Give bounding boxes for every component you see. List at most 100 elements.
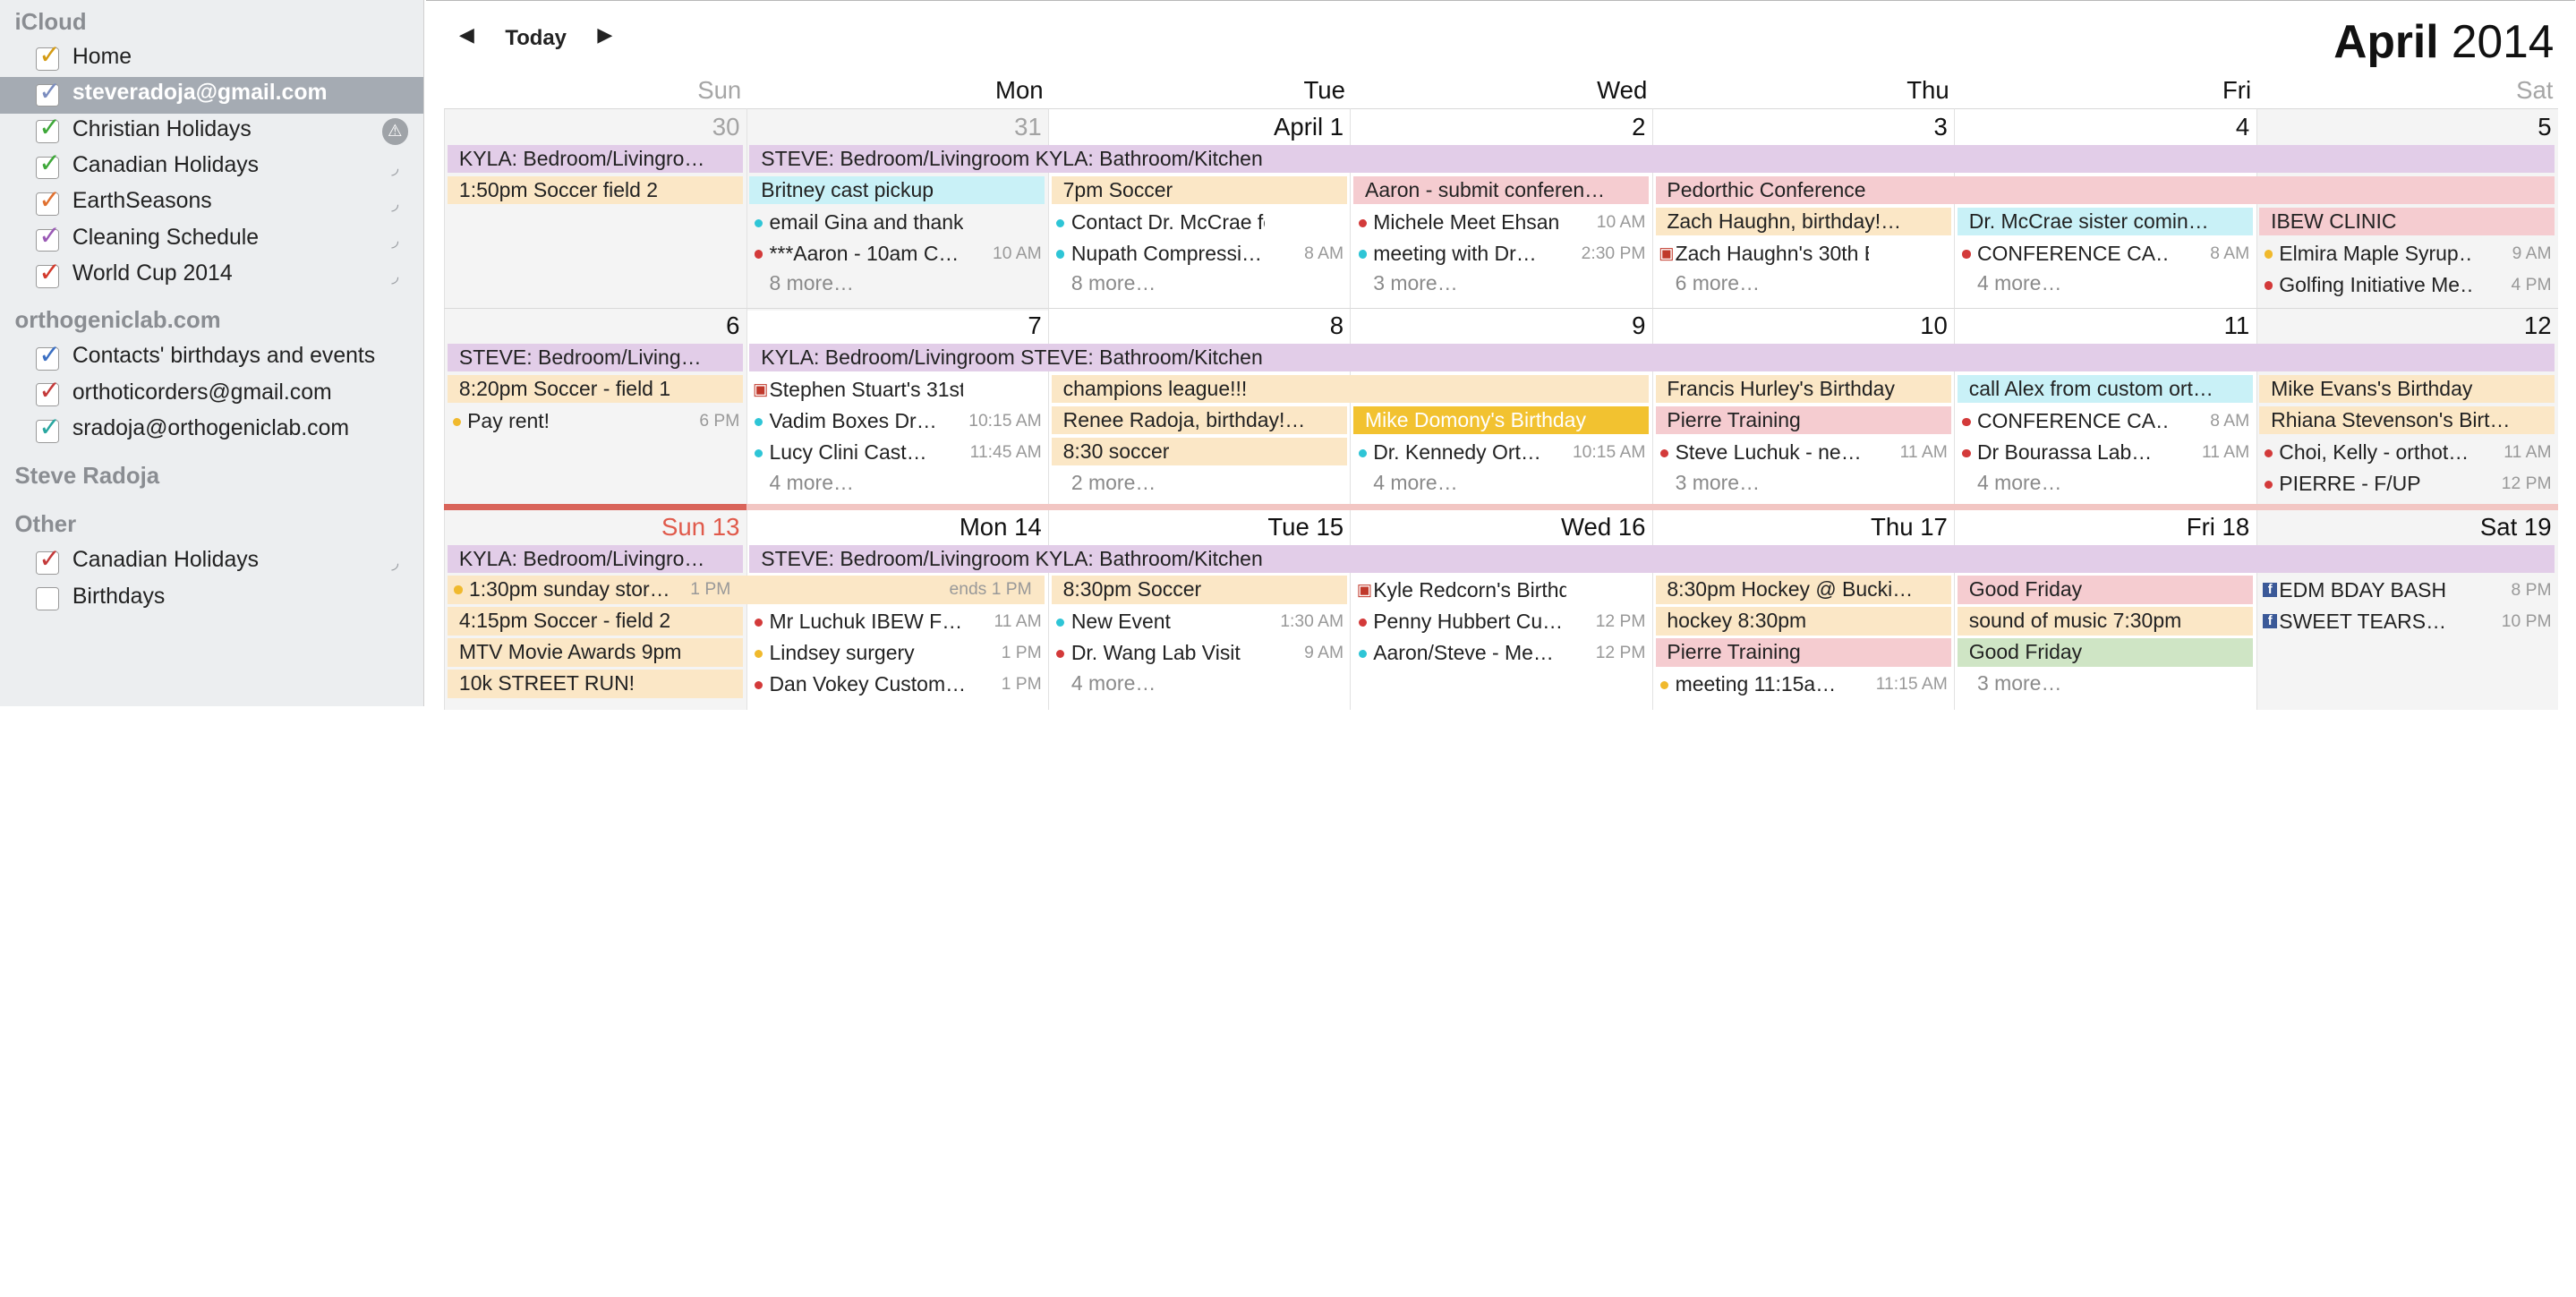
event-bar[interactable]: 10k STREET RUN! [448, 670, 744, 698]
timed-event[interactable]: Nupath Compressi… 8 AM [1052, 239, 1347, 269]
event-bar[interactable]: 1:50pm Soccer field 2 [448, 175, 744, 204]
event-bar[interactable]: Mike Domony's Birthday [1353, 406, 1650, 435]
timed-event[interactable]: Golfing Initiative Me… 4 PM [2259, 270, 2555, 300]
more-events-link[interactable]: 8 more… [769, 271, 853, 295]
event-bar[interactable]: champions league!!! [1051, 375, 1650, 404]
event-bar[interactable]: 8:30pm Hockey @ Bucki… [1655, 576, 1951, 604]
timed-event[interactable]: email Gina and thank her… [749, 208, 1045, 237]
event-bar[interactable]: Pedorthic Conference [1655, 175, 2555, 204]
calendar-checkbox[interactable]: ✓ [36, 184, 61, 216]
more-events-link[interactable]: 4 more… [1373, 471, 1457, 495]
event-bar[interactable]: hockey 8:30pm [1655, 607, 1951, 636]
timed-event[interactable]: Aaron/Steve - Me… 12 PM [1353, 638, 1649, 668]
timed-event[interactable]: Penny Hubbert Cu… 12 PM [1353, 607, 1649, 636]
more-events-link[interactable]: 3 more… [1676, 471, 1760, 495]
calendar-list-item[interactable]: ✓ Canadian Holidays ◞ [0, 149, 423, 185]
timed-event[interactable]: CONFERENCE CA… 8 AM [1958, 239, 2253, 269]
event-bar[interactable]: Francis Hurley's Birthday [1655, 375, 1951, 404]
calendar-checkbox[interactable]: ✓ [36, 339, 61, 371]
event-bar[interactable]: STEVE: Bedroom/Living… [448, 344, 744, 372]
timed-event[interactable]: Dr Bourassa Lab… 11 AM [1958, 438, 2253, 467]
next-month-button[interactable]: ▶ [597, 24, 612, 47]
event-bar[interactable]: 4:15pm Soccer - field 2 [448, 607, 744, 636]
event-bar[interactable]: 8:30 soccer [1051, 438, 1347, 466]
event-bar[interactable]: Pierre Training [1655, 406, 1951, 435]
event-bar[interactable]: Dr. McCrae sister comin… [1957, 207, 2253, 235]
calendar-checkbox[interactable]: ✓ [36, 112, 61, 143]
feed-icon[interactable]: ◞ [382, 263, 408, 289]
calendar-list-item[interactable]: Birthdays [0, 581, 423, 617]
timed-event[interactable]: New Event 1:30 AM [1052, 607, 1347, 636]
event-bar[interactable]: MTV Movie Awards 9pm [448, 638, 744, 667]
calendar-list-item[interactable]: ✓ Christian Holidays ⚠ [0, 112, 423, 149]
event-bar[interactable]: sound of music 7:30pm [1957, 607, 2253, 636]
event-bar[interactable]: 1:30pm sunday stor… 1 PM ends 1 PM [448, 576, 1045, 604]
event-bar[interactable]: STEVE: Bedroom/Livingroom KYLA: Bathroom… [749, 544, 2555, 573]
day-cell[interactable]: 30 [444, 108, 746, 311]
calendar-checkbox[interactable]: ✓ [36, 412, 61, 443]
calendar-list-item[interactable]: ✓ sradoja@orthogeniclab.com [0, 412, 423, 448]
timed-event[interactable]: Elmira Maple Syrup… 9 AM [2259, 239, 2555, 269]
timed-event[interactable]: Contact Dr. McCrae for… [1052, 208, 1347, 237]
more-events-link[interactable]: 8 more… [1071, 271, 1156, 295]
timed-event[interactable]: Vadim Boxes Dr… 10:15 AM [749, 406, 1045, 436]
feed-icon[interactable]: ◞ [382, 191, 408, 217]
more-events-link[interactable]: 2 more… [1071, 471, 1156, 495]
calendar-checkbox[interactable]: ✓ [36, 221, 61, 252]
calendar-list-item[interactable]: ✓ Contacts' birthdays and events [0, 339, 423, 377]
event-bar[interactable]: Good Friday [1957, 576, 2253, 604]
timed-event[interactable]: Dr. Wang Lab Visit 9 AM [1052, 638, 1347, 668]
feed-icon[interactable]: ◞ [382, 155, 408, 181]
calendar-checkbox[interactable]: ✓ [36, 257, 61, 288]
event-bar[interactable]: Britney cast pickup [749, 175, 1045, 204]
more-events-link[interactable]: 4 more… [1977, 471, 2061, 495]
event-bar[interactable]: Aaron - submit conferen… [1353, 175, 1650, 204]
calendar-checkbox[interactable]: ✓ [36, 543, 61, 575]
timed-event[interactable]: Dr. Kennedy Ort… 10:15 AM [1353, 438, 1649, 467]
calendar-checkbox[interactable] [36, 587, 60, 611]
event-bar[interactable]: Rhiana Stevenson's Birt… [2259, 406, 2555, 435]
feed-icon[interactable]: ◞ [382, 550, 408, 576]
calendar-list-item[interactable]: ✓ Canadian Holidays ◞ [0, 543, 423, 581]
timed-event[interactable]: CONFERENCE CA… 8 AM [1958, 406, 2253, 436]
calendar-checkbox[interactable]: ✓ [36, 376, 61, 407]
timed-event[interactable]: Michele Meet Ehsan 10 AM [1353, 208, 1649, 237]
calendar-checkbox[interactable]: ✓ [36, 76, 61, 107]
calendar-checkbox[interactable]: ✓ [36, 40, 61, 72]
calendar-checkbox[interactable]: ✓ [36, 149, 61, 180]
event-bar[interactable]: KYLA: Bedroom/Livingroom STEVE: Bathroom… [749, 344, 2555, 372]
previous-month-button[interactable]: ◀ [459, 24, 474, 47]
calendar-list-item[interactable]: ✓ World Cup 2014 ◞ [0, 257, 423, 294]
event-bar[interactable]: call Alex from custom ort… [1957, 375, 2253, 404]
timed-event[interactable]: meeting with Dr… 2:30 PM [1353, 239, 1649, 269]
more-events-link[interactable]: 4 more… [1071, 671, 1156, 695]
more-events-link[interactable]: 4 more… [769, 471, 853, 495]
more-events-link[interactable]: 3 more… [1373, 271, 1457, 295]
timed-event[interactable]: meeting 11:15a… 11:15 AM [1656, 670, 1951, 699]
calendar-list-item[interactable]: ✓ EarthSeasons ◞ [0, 184, 423, 222]
event-bar[interactable]: Mike Evans's Birthday [2259, 375, 2555, 404]
event-bar[interactable]: IBEW CLINIC [2259, 207, 2555, 235]
event-bar[interactable]: 8:20pm Soccer - field 1 [448, 375, 744, 404]
timed-event[interactable]: ***Aaron - 10am C… 10 AM [749, 239, 1045, 269]
timed-event[interactable]: Steve Luchuk - ne… 11 AM [1656, 438, 1951, 467]
event-bar[interactable]: 7pm Soccer [1051, 175, 1347, 204]
timed-event[interactable]: Lindsey surgery 1 PM [749, 638, 1045, 668]
timed-event[interactable]: Dan Vokey Custom… 1 PM [749, 670, 1045, 699]
timed-event[interactable]: f EDM BDAY BASH 8 PM [2259, 576, 2555, 605]
today-button[interactable]: Today [505, 26, 567, 51]
timed-event[interactable]: Lucy Clini Cast… 11:45 AM [749, 438, 1045, 467]
event-bar[interactable]: Pierre Training [1655, 638, 1951, 667]
calendar-list-item[interactable]: ✓ Home [0, 40, 423, 77]
timed-event[interactable]: ▣Kyle Redcorn's Birthday [1353, 576, 1649, 605]
timed-event[interactable]: Choi, Kelly - orthot… 11 AM [2259, 438, 2555, 467]
warning-icon[interactable]: ⚠ [381, 118, 408, 145]
calendar-list-item[interactable]: ✓ orthoticorders@gmail.com [0, 376, 423, 413]
calendar-list-item[interactable]: ✓ steveradoja@gmail.com [0, 76, 424, 114]
timed-event[interactable]: Mr Luchuk IBEW F… 11 AM [749, 607, 1045, 636]
timed-event[interactable]: f SWEET TEARS… 10 PM [2259, 607, 2555, 636]
timed-event[interactable]: ▣Stephen Stuart's 31st Birt… [749, 375, 1045, 405]
timed-event[interactable]: PIERRE - F/UP 12 PM [2259, 469, 2555, 499]
feed-icon[interactable]: ◞ [382, 227, 408, 253]
calendar-list-item[interactable]: ✓ Cleaning Schedule ◞ [0, 221, 423, 258]
